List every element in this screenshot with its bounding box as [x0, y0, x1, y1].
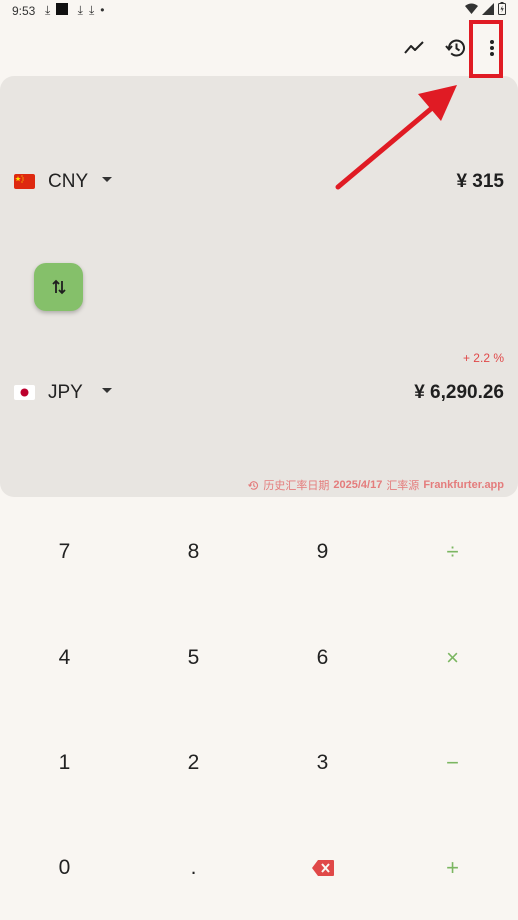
- key-9[interactable]: 9: [258, 499, 387, 604]
- rate-change: + 2.2 %: [462, 351, 504, 365]
- japan-flag-icon: [14, 385, 35, 400]
- footnote-date: 2025/4/17: [333, 479, 383, 491]
- key-5[interactable]: 5: [129, 605, 258, 710]
- key-add[interactable]: +: [388, 815, 517, 920]
- key-divide[interactable]: ÷: [388, 499, 517, 604]
- key-4[interactable]: 4: [0, 605, 129, 710]
- backspace-icon: [311, 859, 334, 876]
- key-decimal[interactable]: .: [129, 815, 258, 920]
- key-subtract[interactable]: −: [388, 710, 517, 815]
- rate-footnote: 历史汇率日期 2025/4/17 汇率源 Frankfurter.app: [248, 477, 504, 493]
- to-currency-row[interactable]: JPY ¥ 6,290.26: [0, 373, 518, 413]
- key-2[interactable]: 2: [129, 710, 258, 815]
- footnote-date-label: 历史汇率日期: [263, 480, 330, 492]
- to-currency-code[interactable]: JPY: [48, 382, 83, 404]
- key-1[interactable]: 1: [0, 710, 129, 815]
- history-icon: [248, 480, 259, 490]
- key-0[interactable]: 0: [0, 815, 129, 920]
- backspace-button[interactable]: [258, 815, 387, 920]
- footnote-source-label: 汇率源: [386, 480, 420, 492]
- key-3[interactable]: 3: [258, 710, 387, 815]
- footnote-source: Frankfurter.app: [423, 479, 504, 491]
- swap-currencies-button[interactable]: [34, 263, 83, 311]
- key-8[interactable]: 8: [129, 499, 258, 604]
- chevron-down-icon[interactable]: [102, 388, 112, 393]
- key-7[interactable]: 7: [0, 499, 129, 604]
- key-6[interactable]: 6: [258, 605, 387, 710]
- annotation-arrow-icon: [335, 85, 457, 190]
- swap-vertical-icon: [51, 279, 66, 295]
- key-multiply[interactable]: ×: [388, 605, 517, 710]
- to-amount: ¥ 6,290.26: [414, 382, 504, 403]
